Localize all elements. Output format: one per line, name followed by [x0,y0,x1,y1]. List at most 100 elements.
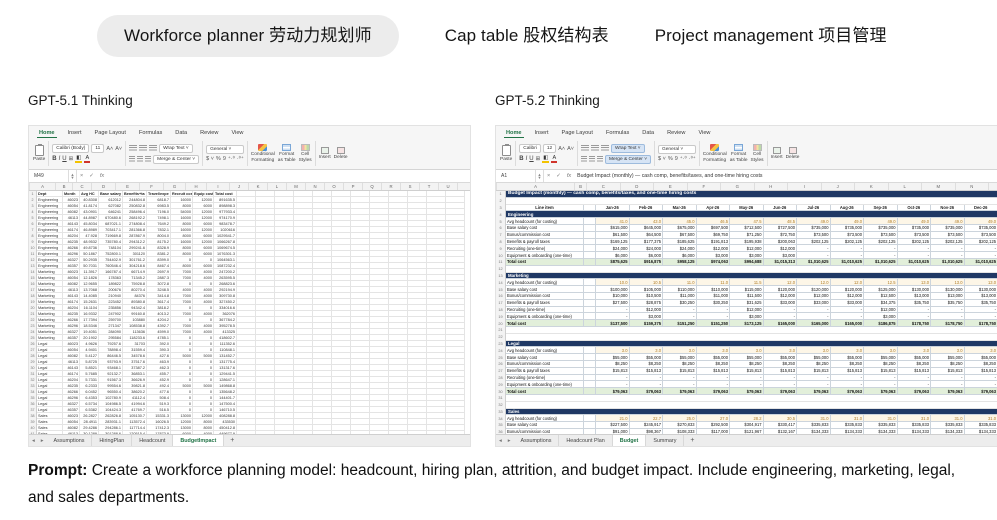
value-cell[interactable]: $15,813 [931,368,965,375]
line-item-label[interactable]: Bonus/commission cost [506,429,584,434]
value-cell[interactable]: $151,250 [697,320,731,327]
month-header[interactable]: Apr-26 [697,205,731,212]
col-header[interactable]: M [287,183,306,190]
col-header[interactable]: C [587,183,621,190]
align-top-icon[interactable] [581,145,589,151]
value-cell[interactable]: $8,250 [898,361,932,368]
font-size-box[interactable]: 12 [543,144,556,153]
format-as-table-button[interactable]: Formatas Table [730,144,748,163]
value-cell[interactable]: $13,000 [965,293,997,300]
value-cell[interactable]: - [898,381,932,388]
value-cell[interactable]: $55,000 [663,354,697,361]
value-cell[interactable]: $115,000 [730,286,764,293]
value-cell[interactable]: $24,000 [596,245,630,252]
value-cell[interactable]: $79,063 [898,388,932,395]
insert-button[interactable]: Insert [319,147,331,161]
value-cell[interactable]: 10.0 [596,279,630,286]
row-header[interactable]: 5 [496,218,506,225]
increase-decimal-icon[interactable]: ⁺·⁰ [228,156,235,162]
cell[interactable] [427,431,446,434]
row-header[interactable]: 1 [496,191,506,198]
value-cell[interactable]: 49.0 [898,218,932,225]
value-cell[interactable]: 30.5 [764,415,798,422]
value-cell[interactable]: - [797,245,831,252]
value-cell[interactable]: $130,000 [965,286,997,293]
value-cell[interactable]: $24,000 [630,245,664,252]
value-cell[interactable]: $79,063 [965,388,997,395]
value-cell[interactable]: - [965,245,997,252]
value-cell[interactable]: $55,000 [898,354,932,361]
cell[interactable] [584,347,596,354]
col-header[interactable]: M [922,183,956,190]
col-header[interactable]: K [855,183,889,190]
tab-scroll-right-icon[interactable]: ▸ [38,438,47,444]
value-cell[interactable]: $31,625 [730,300,764,307]
value-cell[interactable]: $91,000 [596,429,630,434]
value-cell[interactable]: - [630,381,664,388]
value-cell[interactable]: $55,000 [730,354,764,361]
value-cell[interactable]: $186,875 [864,320,898,327]
value-cell[interactable]: $202,125 [965,239,997,246]
align-bottom-icon[interactable] [149,145,157,151]
ribbon-tab-page-layout[interactable]: Page Layout [93,129,128,138]
cell[interactable] [584,252,596,259]
value-cell[interactable]: $73,500 [965,232,997,239]
value-cell[interactable]: $73,500 [831,232,865,239]
value-cell[interactable]: - [697,381,731,388]
value-cell[interactable]: $73,500 [797,232,831,239]
fill-color-button[interactable]: ◧ [75,155,82,163]
grow-font-icon[interactable]: A˄ [106,146,113,152]
value-cell[interactable]: $33,000 [831,300,865,307]
value-cell[interactable]: - [764,307,798,314]
cell[interactable]: 46113 [63,431,80,434]
value-cell[interactable]: $735,000 [831,225,865,232]
col-header[interactable]: U [439,183,458,190]
value-cell[interactable]: $55,000 [697,354,731,361]
value-cell[interactable]: $8,250 [831,361,865,368]
bold-button[interactable]: B [519,156,523,162]
cell[interactable] [584,225,596,232]
ribbon-tab-review[interactable]: Review [665,129,687,138]
enter-icon[interactable]: ✓ [86,173,97,179]
value-cell[interactable]: $69,750 [697,232,731,239]
tab-project-management[interactable]: Project management 项目管理 [655,15,887,57]
value-cell[interactable]: 49.0 [965,218,997,225]
ribbon-tab-view[interactable]: View [229,129,245,138]
value-cell[interactable]: $1,010,625 [931,259,965,266]
value-cell[interactable]: $24,000 [663,245,697,252]
month-header[interactable]: Aug-26 [831,205,865,212]
month-header[interactable]: Jan-26 [596,205,630,212]
line-item-label[interactable]: Base salary cost [506,286,584,293]
value-cell[interactable]: $3,000 [697,252,731,259]
value-cell[interactable]: - [596,381,630,388]
value-cell[interactable]: $12,000 [797,293,831,300]
conditional-formatting-button[interactable]: ConditionalFormatting [703,144,727,163]
row-header[interactable]: 22 [496,334,506,341]
value-cell[interactable]: $73,500 [864,232,898,239]
value-cell[interactable]: 41.0 [596,218,630,225]
value-cell[interactable]: $110,000 [663,286,697,293]
value-cell[interactable]: $125,000 [864,286,898,293]
value-cell[interactable]: $55,000 [797,354,831,361]
value-cell[interactable]: $134,333 [931,429,965,434]
font-name-box[interactable]: Calibri (Body) [52,144,89,153]
font-name-box[interactable]: Calibri [519,144,541,153]
value-cell[interactable]: - [965,375,997,382]
month-header[interactable]: Feb-26 [630,205,664,212]
value-cell[interactable]: $15,813 [797,368,831,375]
value-cell[interactable]: $15,813 [898,368,932,375]
merge-center-button[interactable]: Merge & Center ˅ [153,155,199,164]
value-cell[interactable]: - [730,381,764,388]
col-header[interactable]: F [688,183,722,190]
col-header[interactable]: J [822,183,856,190]
blank-cell[interactable] [506,266,997,273]
value-cell[interactable]: $55,000 [630,354,664,361]
insert-button[interactable]: Insert [771,147,783,161]
value-cell[interactable]: $735,000 [797,225,831,232]
value-cell[interactable]: $98,367 [630,429,664,434]
value-cell[interactable]: $134,333 [831,429,865,434]
value-cell[interactable]: $67,500 [663,232,697,239]
cell[interactable]: Sales [37,431,63,434]
value-cell[interactable]: $120,000 [797,286,831,293]
fill-color-button[interactable]: ◧ [542,155,549,163]
